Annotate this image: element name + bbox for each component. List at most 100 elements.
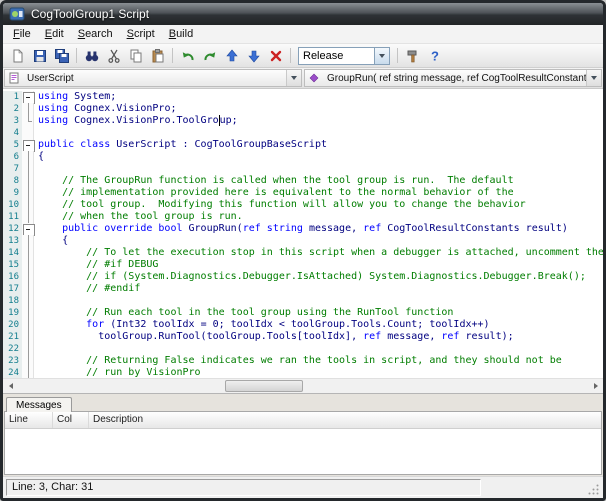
copy-button[interactable] [125, 46, 146, 66]
help-button[interactable]: ? [424, 46, 445, 66]
code-line[interactable]: 17 // #endif [3, 283, 603, 295]
fold-toggle-icon[interactable] [22, 223, 35, 236]
code-line[interactable]: 4 [3, 127, 603, 139]
code-line[interactable]: 1 using System; [3, 91, 603, 104]
code-line[interactable]: 13 { [3, 235, 603, 247]
save-all-button[interactable] [51, 46, 72, 66]
tab-messages[interactable]: Messages [6, 397, 72, 412]
messages-tabbar: Messages [3, 394, 603, 412]
code-line[interactable]: 2 using Cognex.VisionPro; [3, 103, 603, 115]
paste-icon [152, 48, 163, 62]
code-line[interactable]: 12 public override bool GroupRun(ref str… [3, 223, 603, 236]
move-up-icon [225, 49, 238, 61]
code-line[interactable]: 11 // when the tool group is run. [3, 211, 603, 223]
column-header-description[interactable]: Description [89, 412, 601, 428]
delete-icon [270, 50, 281, 61]
delete-button[interactable] [265, 46, 286, 66]
code-line[interactable]: 5 public class UserScript : CogToolGroupB… [3, 139, 603, 152]
method-combo[interactable]: GroupRun( ref string message, ref CogToo… [304, 69, 602, 87]
new-script-button[interactable] [7, 46, 28, 66]
method-combo-dropdown-button[interactable] [586, 70, 601, 86]
fold-margin [22, 151, 34, 163]
scroll-right-icon [593, 383, 598, 389]
line-number: 8 [3, 175, 22, 187]
code-text: // The GroupRun function is called when … [34, 175, 514, 187]
hscrollbar-thumb[interactable] [225, 380, 303, 392]
code-line[interactable]: 18 [3, 295, 603, 307]
code-segment: // To let the execution stop in this scr… [38, 247, 603, 258]
code-line[interactable]: 8 // The GroupRun function is called whe… [3, 175, 603, 187]
code-line[interactable]: 6{ [3, 151, 603, 163]
code-text: // #if DEBUG [34, 259, 158, 271]
code-segment: ref [363, 223, 382, 234]
column-header-col[interactable]: Col [53, 412, 89, 428]
menu-edit[interactable]: Edit [38, 26, 71, 42]
code-line[interactable]: 19 // Run each tool in the tool group us… [3, 307, 603, 319]
code-line[interactable]: 22 [3, 343, 603, 355]
code-line[interactable]: 21 toolGroup.RunTool(toolGroup.Tools[too… [3, 331, 603, 343]
build-button[interactable] [402, 46, 423, 66]
menu-file[interactable]: File [6, 26, 38, 42]
code-segment: ref [441, 331, 460, 342]
fold-toggle-icon[interactable] [22, 91, 35, 104]
line-number: 21 [3, 331, 22, 343]
object-combo-dropdown-button[interactable] [286, 70, 301, 86]
code-text: // #endif [34, 283, 140, 295]
code-line[interactable]: 3 using Cognex.VisionPro.ToolGroup; [3, 115, 603, 127]
object-combo[interactable]: UserScript [4, 69, 302, 87]
move-down-button[interactable] [243, 46, 264, 66]
scroll-left-icon [8, 383, 13, 389]
toolbar: Release ? [3, 44, 603, 68]
redo-button[interactable] [199, 46, 220, 66]
column-header-line[interactable]: Line [5, 412, 53, 428]
code-line[interactable]: 9 // implementation provided here is equ… [3, 187, 603, 199]
line-number: 20 [3, 319, 22, 331]
undo-button[interactable] [177, 46, 198, 66]
code-text: // if (System.Diagnostics.Debugger.IsAtt… [34, 271, 586, 283]
code-segment: CogToolResultConstants result) [381, 223, 568, 234]
line-number: 14 [3, 247, 22, 259]
move-up-button[interactable] [221, 46, 242, 66]
code-line[interactable]: 16 // if (System.Diagnostics.Debugger.Is… [3, 271, 603, 283]
code-text: using System; [34, 91, 116, 103]
messages-list[interactable] [5, 429, 601, 474]
line-number: 11 [3, 211, 22, 223]
menu-build[interactable]: Build [162, 26, 200, 42]
code-lines[interactable]: 1 using System; 2 using Cognex.VisionPro; 3 u… [3, 89, 603, 378]
scroll-right-button[interactable] [588, 379, 603, 393]
code-text: // To let the execution stop in this scr… [34, 247, 603, 259]
app-icon [9, 7, 25, 21]
code-line[interactable]: 24 // run by VisionPro [3, 367, 603, 378]
scroll-left-button[interactable] [3, 379, 18, 393]
line-number: 19 [3, 307, 22, 319]
code-editor[interactable]: 1 using System; 2 using Cognex.VisionPro; 3 u… [3, 89, 603, 393]
release-combo-dropdown-button[interactable] [374, 47, 389, 64]
fold-toggle-icon[interactable] [22, 139, 35, 152]
titlebar[interactable]: CogToolGroup1 Script [3, 3, 603, 25]
code-text: { [34, 151, 44, 163]
code-segment: ref [363, 331, 382, 342]
line-number: 7 [3, 163, 22, 175]
copy-icon [130, 49, 141, 62]
release-combo[interactable]: Release [298, 46, 390, 65]
resize-grip[interactable] [587, 483, 600, 496]
code-line[interactable]: 14 // To let the execution stop in this … [3, 247, 603, 259]
code-segment: using [38, 103, 69, 114]
code-line[interactable]: 15 // #if DEBUG [3, 259, 603, 271]
code-line[interactable]: 10 // tool group. Modifying this functio… [3, 199, 603, 211]
code-segment: Cognex.VisionPro.ToolGro [68, 115, 219, 126]
find-button[interactable] [81, 46, 102, 66]
code-line[interactable]: 23 // Returning False indicates we ran t… [3, 355, 603, 367]
code-line[interactable]: 20 for (Int32 toolIdx = 0; toolIdx < too… [3, 319, 603, 331]
menu-search[interactable]: Search [71, 26, 120, 42]
horizontal-scrollbar[interactable] [3, 378, 603, 393]
line-number: 12 [3, 223, 22, 235]
cut-button[interactable] [103, 46, 124, 66]
line-number: 22 [3, 343, 22, 355]
menu-script[interactable]: Script [120, 26, 162, 42]
code-segment: // if (System.Diagnostics.Debugger.IsAtt… [38, 271, 586, 282]
save-button[interactable] [29, 46, 50, 66]
code-line[interactable]: 7 [3, 163, 603, 175]
paste-button[interactable] [147, 46, 168, 66]
